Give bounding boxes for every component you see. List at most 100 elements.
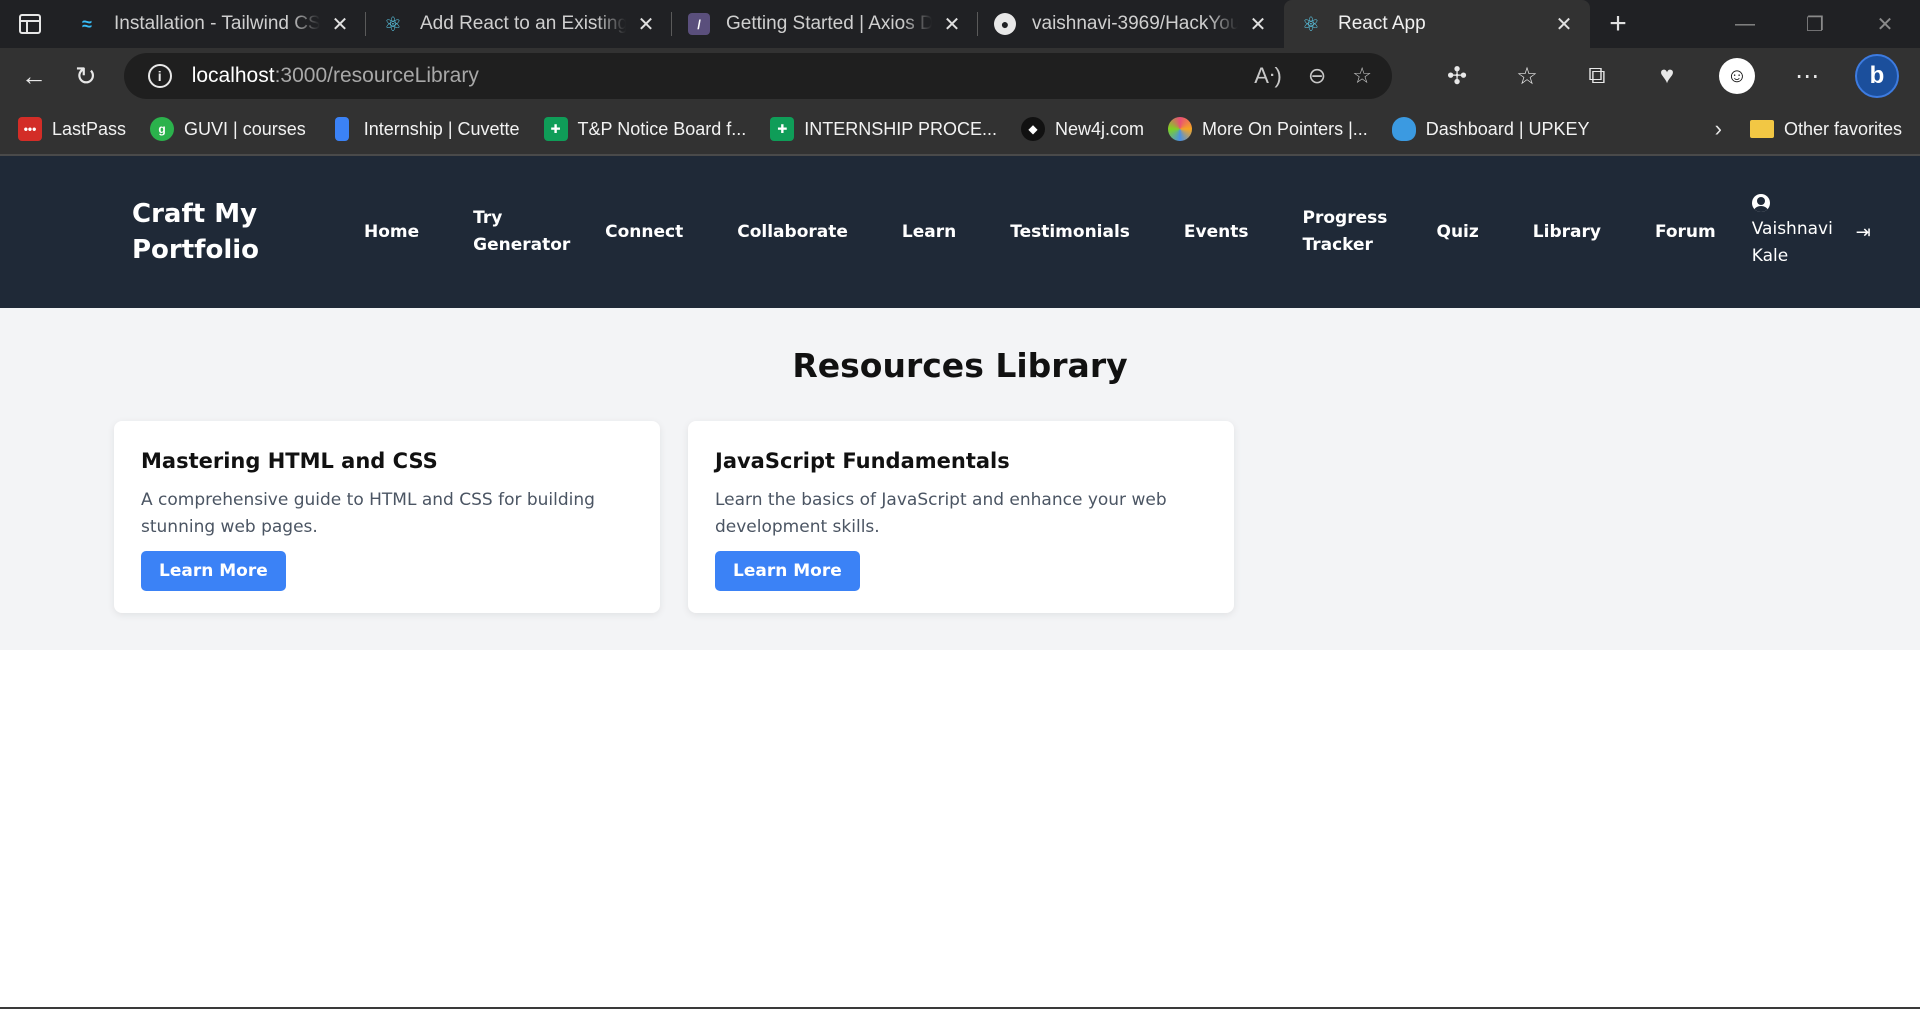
browser-tab-bar: ≈ Installation - Tailwind CSS ✕ ⚛ Add Re… (0, 0, 1920, 48)
browser-tab[interactable]: / Getting Started | Axios Do ✕ (672, 0, 978, 48)
zoom-out-icon[interactable]: ⊖ (1308, 63, 1326, 89)
bookmark-label: More On Pointers |... (1202, 118, 1368, 139)
tab-title: React App (1338, 13, 1544, 35)
card-title: JavaScript Fundamentals (715, 449, 1010, 473)
bing-copilot-button[interactable]: b (1842, 54, 1912, 98)
resources-section: Resources Library Mastering HTML and CSS… (0, 308, 1920, 650)
restore-icon[interactable]: ❐ (1780, 0, 1850, 48)
browser-tab[interactable]: ● vaishnavi-3969/HackYourF ✕ (978, 0, 1284, 48)
bookmark-label: Dashboard | UPKEY (1425, 118, 1590, 139)
nav-quiz[interactable]: Quiz (1437, 219, 1479, 246)
folder-icon (1749, 120, 1774, 138)
colorful-icon (1168, 117, 1193, 141)
other-favorites[interactable]: Other favorites (1749, 118, 1902, 140)
bookmark-item[interactable]: ✚ INTERNSHIP PROCE... (770, 117, 997, 141)
nav-links: Home Try Generator Connect Collaborate L… (364, 194, 1871, 270)
url-path: :3000/resourceLibrary (274, 64, 479, 87)
nav-library[interactable]: Library (1533, 219, 1601, 246)
nav-try-generator[interactable]: Try Generator (473, 205, 570, 259)
nav-events[interactable]: Events (1184, 219, 1249, 246)
guvi-icon: g (150, 117, 175, 141)
learn-more-button[interactable]: Learn More (141, 551, 286, 591)
bing-icon: b (1855, 54, 1899, 98)
refresh-icon[interactable]: ↻ (60, 54, 112, 98)
react-icon: ⚛ (1302, 13, 1320, 36)
bookmark-label: Internship | Cuvette (363, 118, 520, 139)
close-icon[interactable]: ✕ (634, 12, 658, 37)
sheets-icon: ✚ (543, 117, 568, 141)
chevron-right-icon[interactable]: › (1715, 116, 1722, 142)
resource-card: JavaScript Fundamentals Learn the basics… (688, 421, 1234, 613)
close-icon[interactable]: ✕ (940, 12, 964, 37)
neo4j-icon: ◆ (1020, 117, 1045, 141)
card-description: A comprehensive guide to HTML and CSS fo… (141, 490, 595, 537)
tailwind-icon: ≈ (82, 13, 92, 34)
minimize-icon[interactable]: — (1710, 0, 1780, 48)
browser-tab[interactable]: ≈ Installation - Tailwind CSS ✕ (60, 0, 366, 48)
nav-home[interactable]: Home (364, 219, 419, 246)
bookmark-label: New4j.com (1054, 118, 1145, 139)
tab-title: Getting Started | Axios Do (726, 13, 932, 35)
browser-essentials-icon[interactable]: ♥ (1632, 62, 1702, 90)
add-favorite-icon[interactable]: ☆ (1352, 63, 1372, 89)
card-title: Mastering HTML and CSS (141, 449, 438, 473)
favorites-bar: ••• LastPass g GUVI | courses Internship |… (0, 104, 1920, 154)
bookmark-item[interactable]: ✚ T&P Notice Board f... (543, 117, 747, 141)
sheets-icon: ✚ (770, 117, 795, 141)
bookmark-label: T&P Notice Board f... (577, 118, 747, 139)
card-description: Learn the basics of JavaScript and enhan… (715, 490, 1167, 537)
nav-learn[interactable]: Learn (902, 219, 956, 246)
bookmark-label: INTERNSHIP PROCE... (804, 118, 997, 139)
axios-icon: / (688, 13, 710, 35)
app-navbar: Craft My Portfolio Home Try Generator Co… (0, 156, 1920, 308)
window-controls: — ❐ ✕ (1710, 0, 1920, 48)
nav-testimonials[interactable]: Testimonials (1010, 219, 1130, 246)
user-circle-icon (1751, 194, 1770, 212)
resource-cards: Mastering HTML and CSS A comprehensive g… (0, 421, 1920, 613)
github-icon: ● (994, 13, 1016, 35)
cuvette-icon (334, 117, 349, 141)
favorites-icon[interactable]: ☆ (1492, 62, 1562, 91)
bookmark-item[interactable]: Dashboard | UPKEY (1391, 117, 1590, 141)
upkey-icon (1391, 117, 1416, 141)
other-favorites-label: Other favorites (1783, 118, 1902, 139)
resource-card: Mastering HTML and CSS A comprehensive g… (114, 421, 660, 613)
bookmark-item[interactable]: More On Pointers |... (1168, 117, 1368, 141)
back-icon[interactable]: ← (8, 54, 60, 98)
nav-connect[interactable]: Connect (605, 219, 683, 246)
collections-icon[interactable]: ⧉ (1562, 62, 1632, 90)
lastpass-icon: ••• (18, 117, 42, 141)
read-aloud-icon[interactable]: Aᐧ) (1254, 63, 1282, 89)
url-host: localhost (191, 64, 275, 87)
bookmark-item[interactable]: ••• LastPass (18, 117, 126, 141)
tab-title: Installation - Tailwind CSS (114, 13, 320, 35)
browser-tab[interactable]: ⚛ Add React to an Existing P ✕ (366, 0, 672, 48)
bookmark-item[interactable]: Internship | Cuvette (330, 117, 520, 141)
site-info-icon[interactable]: i (147, 64, 172, 88)
nav-progress-tracker[interactable]: Progress Tracker (1303, 205, 1388, 259)
tab-title: vaishnavi-3969/HackYourF (1032, 13, 1238, 35)
page-title: Resources Library (792, 346, 1128, 385)
browser-tab-active[interactable]: ⚛ React App ✕ (1284, 0, 1590, 48)
close-icon[interactable]: ✕ (1246, 12, 1270, 37)
nav-forum[interactable]: Forum (1655, 219, 1716, 246)
new-tab-button[interactable]: + (1590, 0, 1646, 48)
extensions-icon[interactable]: ✣ (1422, 62, 1492, 91)
close-icon[interactable]: ✕ (1552, 12, 1576, 37)
nav-collaborate[interactable]: Collaborate (737, 219, 848, 246)
user-profile[interactable]: Vaishnavi Kale (1751, 194, 1856, 270)
user-name: Vaishnavi Kale (1751, 219, 1833, 266)
learn-more-button[interactable]: Learn More (715, 551, 860, 591)
bookmark-item[interactable]: ◆ New4j.com (1020, 117, 1145, 141)
tab-actions-icon (19, 14, 41, 34)
close-icon[interactable]: ✕ (328, 12, 352, 37)
logout-icon[interactable]: ⇥ (1856, 222, 1871, 243)
more-options-icon[interactable]: ⋯ (1772, 62, 1842, 91)
profile-avatar[interactable]: ☺ (1702, 58, 1772, 94)
browser-toolbar: ← ↻ i localhost:3000/resourceLibrary Aᐧ)… (0, 48, 1920, 154)
close-window-icon[interactable]: ✕ (1850, 0, 1920, 48)
bookmark-item[interactable]: g GUVI | courses (150, 117, 306, 141)
address-bar[interactable]: i localhost:3000/resourceLibrary Aᐧ) ⊖ ☆ (123, 53, 1392, 99)
tab-actions-button[interactable] (0, 0, 60, 48)
brand-logo[interactable]: Craft My Portfolio (132, 196, 364, 268)
